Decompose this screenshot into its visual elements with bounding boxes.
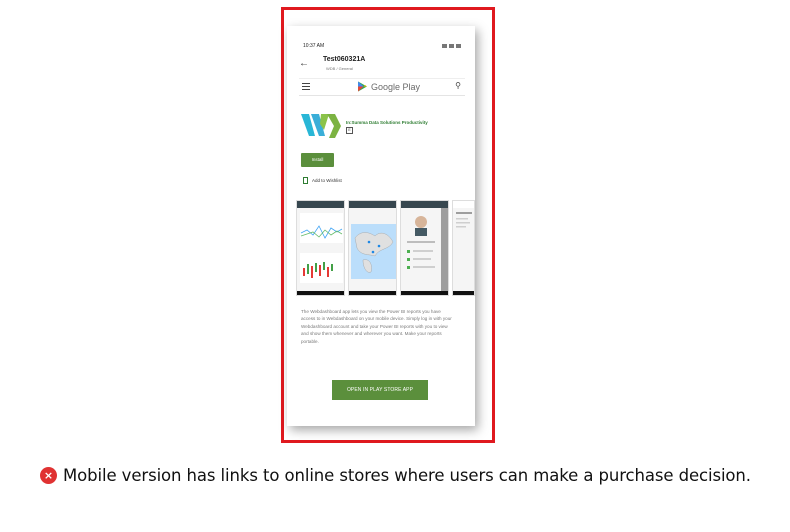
caption-text: Mobile version has links to online store… bbox=[63, 465, 751, 485]
store-name: Google Play bbox=[371, 81, 421, 92]
rating-badge-icon: E bbox=[346, 127, 353, 134]
play-triangle-icon bbox=[358, 81, 367, 92]
status-time: 10:37 AM bbox=[303, 43, 325, 49]
app-logo-icon bbox=[301, 114, 341, 138]
open-in-play-store-button[interactable]: OPEN IN PLAY STORE APP bbox=[332, 380, 428, 400]
caption: × Mobile version has links to online sto… bbox=[40, 464, 751, 486]
app-description: The Webdashboard app lets you view the P… bbox=[301, 309, 452, 344]
wishlist-label: Add to Wishlist bbox=[312, 178, 342, 183]
search-icon[interactable]: ⚲ bbox=[455, 81, 461, 90]
status-bar: 10:37 AM bbox=[303, 41, 461, 51]
add-to-wishlist-link[interactable]: Add to Wishlist bbox=[303, 177, 342, 184]
app-screenshot-2[interactable] bbox=[348, 200, 397, 296]
google-play-bar: Google Play ⚲ bbox=[299, 78, 465, 96]
status-icons bbox=[442, 44, 461, 48]
app-titlebar: ← Test060321A WDB / General bbox=[299, 56, 465, 74]
app-subtitle: WDB / General bbox=[326, 66, 353, 71]
install-button[interactable]: Install bbox=[301, 153, 334, 167]
screenshot-carousel[interactable] bbox=[296, 200, 475, 296]
app-title: Test060321A bbox=[323, 56, 366, 63]
app-screenshot-4[interactable] bbox=[452, 200, 475, 296]
google-play-logo: Google Play bbox=[357, 81, 420, 92]
bookmark-icon bbox=[303, 177, 308, 184]
developer-line: In:Summa Data Solutions Productivity bbox=[346, 120, 428, 125]
error-x-icon: × bbox=[40, 466, 57, 484]
hamburger-menu-icon[interactable] bbox=[302, 83, 310, 90]
phone-screenshot: 10:37 AM ← Test060321A WDB / General Goo… bbox=[287, 26, 475, 426]
app-screenshot-3[interactable] bbox=[400, 200, 449, 296]
app-screenshot-1[interactable] bbox=[296, 200, 345, 296]
back-arrow-icon[interactable]: ← bbox=[299, 58, 309, 69]
